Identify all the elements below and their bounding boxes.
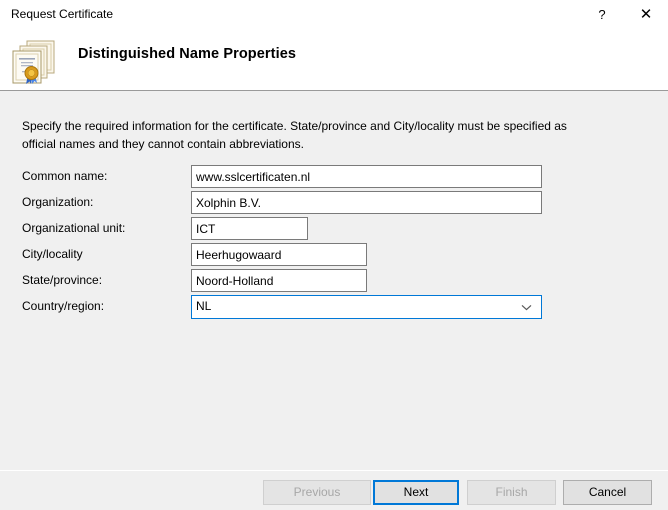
label-organization: Organization: — [22, 195, 93, 209]
finish-button[interactable]: Finish — [467, 480, 556, 505]
label-city-locality: City/locality — [22, 247, 83, 261]
instructions-text: Specify the required information for the… — [22, 117, 578, 153]
help-icon[interactable]: ? — [580, 0, 624, 30]
window-title: Request Certificate — [11, 7, 113, 21]
label-country-region: Country/region: — [22, 299, 104, 313]
distinguished-name-form: Common name: Organization: Organizationa… — [0, 165, 668, 321]
chevron-down-icon[interactable] — [517, 296, 535, 318]
country-region-value: NL — [196, 299, 211, 313]
form-row-organization: Organization: — [0, 191, 668, 217]
country-region-combobox[interactable]: NL — [191, 295, 542, 319]
next-button[interactable]: Next — [373, 480, 459, 505]
request-certificate-dialog: Request Certificate ? ✕ — [0, 0, 668, 510]
certificate-stack-icon — [10, 39, 58, 85]
city-locality-input[interactable] — [191, 243, 367, 266]
dialog-button-bar: Previous Next Finish Cancel — [0, 470, 668, 510]
state-province-input[interactable] — [191, 269, 367, 292]
form-row-state-province: State/province: — [0, 269, 668, 295]
form-row-country-region: Country/region: NL — [0, 295, 668, 321]
dialog-header: Distinguished Name Properties — [0, 30, 668, 91]
form-row-city-locality: City/locality — [0, 243, 668, 269]
page-title: Distinguished Name Properties — [78, 46, 296, 62]
common-name-input[interactable] — [191, 165, 542, 188]
previous-button[interactable]: Previous — [263, 480, 371, 505]
organization-input[interactable] — [191, 191, 542, 214]
label-common-name: Common name: — [22, 169, 107, 183]
label-organizational-unit: Organizational unit: — [22, 221, 125, 235]
dialog-content: Specify the required information for the… — [0, 92, 668, 470]
close-icon[interactable]: ✕ — [624, 0, 668, 30]
cancel-button[interactable]: Cancel — [563, 480, 652, 505]
organizational-unit-input[interactable] — [191, 217, 308, 240]
title-bar: Request Certificate ? ✕ — [0, 0, 668, 30]
label-state-province: State/province: — [22, 273, 102, 287]
form-row-organizational-unit: Organizational unit: — [0, 217, 668, 243]
form-row-common-name: Common name: — [0, 165, 668, 191]
